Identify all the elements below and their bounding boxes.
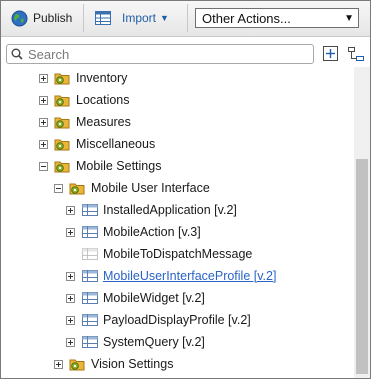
collapse-toggle[interactable] [39, 161, 48, 171]
table-icon [82, 314, 98, 326]
toolbar-divider [187, 4, 188, 32]
expand-toggle[interactable] [66, 271, 75, 281]
tree-node-label: Measures [76, 115, 131, 129]
expand-toggle[interactable] [66, 293, 75, 303]
expand-toggle[interactable] [39, 73, 48, 83]
tree-node-label: MobileToDispatchMessage [103, 247, 253, 261]
folder-gear-icon [54, 161, 70, 173]
toolbar: Publish Import ▼ Other Actions... ▼ [1, 1, 370, 37]
table-icon [82, 204, 98, 216]
search-icon [11, 48, 23, 60]
expand-toggle[interactable] [66, 205, 75, 215]
expand-toggle[interactable] [66, 315, 75, 325]
tree-node-systemquery[interactable]: SystemQuery [v.2] [66, 331, 205, 353]
import-label: Import [122, 11, 157, 25]
tree-node-label: Inventory [76, 71, 128, 85]
configuration-tree: Inventory Locations Measures Miscellaneo… [1, 67, 354, 378]
tree-node-label: MobileWidget [v.2] [103, 291, 205, 305]
table-icon [82, 226, 98, 238]
table-icon [82, 292, 98, 304]
expand-toggle[interactable] [39, 117, 48, 127]
tree-node-mobileaction[interactable]: MobileAction [v.3] [66, 221, 201, 243]
expand-toggle[interactable] [54, 359, 63, 369]
tree-node-label: Locations [76, 93, 130, 107]
tree-node-label: Mobile Settings [76, 159, 162, 173]
expand-toggle[interactable] [39, 139, 48, 149]
table-icon [82, 336, 98, 348]
tree-node-mobile-user-interface[interactable]: Mobile User Interface [54, 177, 210, 199]
tree-node-label: SystemQuery [v.2] [103, 335, 205, 349]
tree-node-installedapplication[interactable]: InstalledApplication [v.2] [66, 199, 237, 221]
toolbar-divider [83, 4, 84, 32]
folder-gear-icon [54, 95, 70, 107]
expand-toggle[interactable] [39, 95, 48, 105]
publish-button[interactable]: Publish [5, 6, 78, 30]
folder-gear-icon [54, 139, 70, 151]
import-table-icon [95, 11, 111, 25]
chevron-down-icon: ▼ [160, 13, 169, 23]
globe-icon [11, 10, 28, 26]
app-window: Publish Import ▼ Other Actions... ▼ Sear… [0, 0, 371, 379]
folder-gear-icon [69, 183, 85, 195]
tree-node-mobile-settings[interactable]: Mobile Settings [39, 155, 161, 177]
chevron-down-icon: ▼ [344, 12, 354, 24]
tree-hierarchy-icon[interactable] [347, 45, 365, 63]
import-button[interactable]: Import ▼ [89, 6, 175, 30]
tree-node-mobiletodispatchmessage[interactable]: MobileToDispatchMessage [66, 243, 252, 265]
tree-node-label: Miscellaneous [76, 137, 156, 151]
tree-node-vision-settings[interactable]: Vision Settings [54, 353, 173, 375]
tree-node-mobileuserinterfaceprofile[interactable]: MobileUserInterfaceProfile [v.2] [66, 265, 276, 287]
other-actions-value: Other Actions... [202, 10, 291, 26]
expand-all-icon[interactable] [322, 45, 340, 63]
table-icon [82, 248, 98, 260]
tree-node-label: Mobile User Interface [91, 181, 210, 195]
search-box [6, 44, 314, 64]
tree-node-inventory[interactable]: Inventory [39, 67, 127, 89]
expand-toggle[interactable] [66, 337, 75, 347]
tree-node-label: InstalledApplication [v.2] [103, 203, 237, 217]
folder-gear-icon [69, 359, 85, 371]
tree-node-miscellaneous[interactable]: Miscellaneous [39, 133, 155, 155]
collapse-toggle[interactable] [54, 183, 63, 193]
expand-toggle[interactable] [66, 227, 75, 237]
tree-node-mobilewidget[interactable]: MobileWidget [v.2] [66, 287, 205, 309]
other-actions-select[interactable]: Other Actions... ▼ [195, 8, 359, 28]
tree-node-label: PayloadDisplayProfile [v.2] [103, 313, 251, 327]
search-input[interactable] [28, 46, 298, 62]
publish-label: Publish [33, 11, 73, 25]
folder-gear-icon [54, 73, 70, 85]
vertical-scrollbar[interactable] [354, 67, 370, 378]
tree-node-measures[interactable]: Measures [39, 111, 131, 133]
tree-node-label: MobileAction [v.3] [103, 225, 201, 239]
scrollbar-thumb[interactable] [356, 159, 368, 374]
folder-gear-icon [54, 117, 70, 129]
tree-node-label: Vision Settings [91, 357, 174, 371]
tree-node-payloaddisplayprofile[interactable]: PayloadDisplayProfile [v.2] [66, 309, 251, 331]
tree-node-link-label[interactable]: MobileUserInterfaceProfile [v.2] [103, 269, 276, 283]
table-icon [82, 270, 98, 282]
tree-node-locations[interactable]: Locations [39, 89, 130, 111]
